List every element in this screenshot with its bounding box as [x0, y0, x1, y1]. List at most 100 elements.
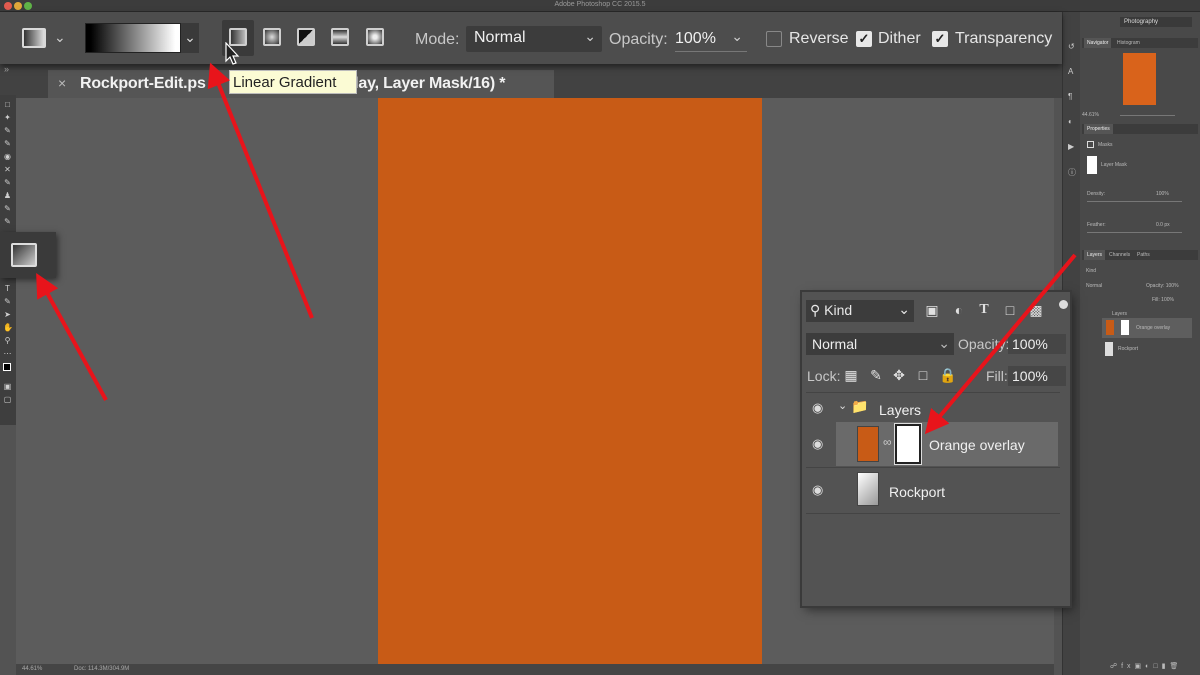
dither-label: Dither: [878, 30, 921, 47]
adjustment-filter-icon[interactable]: ◐: [951, 302, 967, 318]
reverse-checkbox[interactable]: [766, 31, 782, 47]
zoom-tool-icon[interactable]: ⚲: [3, 337, 12, 345]
gradient-tool-icon[interactable]: [11, 243, 37, 267]
mode-select[interactable]: Normal ⌄: [466, 26, 602, 52]
density-slider[interactable]: [1087, 201, 1182, 202]
character-panel-icon[interactable]: A: [1068, 67, 1073, 76]
type-tool-icon[interactable]: T: [3, 285, 12, 293]
marquee-tool-icon[interactable]: □: [3, 101, 12, 109]
layer-row-rockport[interactable]: ◉ Rockport: [806, 468, 1058, 512]
document-canvas[interactable]: [378, 98, 762, 666]
shape-filter-icon[interactable]: □: [1002, 302, 1018, 318]
layer-fill-input[interactable]: 100%: [1008, 366, 1066, 386]
opacity-input[interactable]: 100% ⌄: [675, 26, 747, 52]
healing-tool-icon[interactable]: ◉: [3, 153, 12, 161]
gradient-tool-preset-icon[interactable]: [22, 28, 46, 48]
type-filter-icon[interactable]: T: [976, 302, 992, 318]
pen-tool-icon[interactable]: ✎: [3, 298, 12, 306]
eye-icon[interactable]: ◉: [812, 482, 823, 498]
crop-tool-icon[interactable]: ✕: [3, 166, 12, 174]
gradient-picker-dropdown[interactable]: ⌄: [181, 23, 199, 53]
lock-transparent-pixels-icon[interactable]: ▦: [843, 367, 859, 384]
paragraph-panel-icon[interactable]: ¶: [1068, 92, 1072, 101]
workspace-switcher[interactable]: Photography: [1120, 17, 1192, 27]
clone-stamp-tool-icon[interactable]: ♟: [3, 192, 12, 200]
adjustments-panel-icon[interactable]: ◐: [1068, 117, 1073, 126]
navigator-panel-tabs: Navigator Histogram: [1082, 38, 1198, 48]
mini-layer-orange[interactable]: Orange overlay: [1136, 325, 1170, 331]
lock-position-icon[interactable]: ✥: [891, 367, 907, 384]
transparency-checkbox[interactable]: ✓: [932, 31, 948, 47]
mode-label: Mode:: [415, 31, 460, 48]
diamond-gradient-icon[interactable]: [366, 28, 384, 46]
lock-all-icon[interactable]: 🔒: [939, 367, 956, 384]
gradient-picker[interactable]: [85, 23, 181, 53]
radial-gradient-icon[interactable]: [263, 28, 281, 46]
angle-gradient-icon[interactable]: [297, 28, 315, 46]
mini-fill[interactable]: Fill: 100%: [1152, 297, 1174, 303]
navigator-zoom-slider[interactable]: [1120, 115, 1175, 116]
dither-checkbox[interactable]: ✓: [856, 31, 872, 47]
lasso-tool-icon[interactable]: ✦: [3, 114, 12, 122]
mini-blend-mode[interactable]: Normal: [1086, 283, 1102, 289]
tab-properties[interactable]: Properties: [1084, 124, 1113, 134]
mini-layer-rockport[interactable]: Rockport: [1118, 346, 1138, 352]
chevron-down-icon[interactable]: ⌄: [54, 29, 66, 46]
more-tools-icon[interactable]: ⋯: [3, 350, 12, 358]
actions-panel-icon[interactable]: ▶: [1068, 142, 1074, 151]
quick-mask-icon[interactable]: ▣: [3, 383, 12, 391]
mouse-cursor-icon: [225, 42, 240, 65]
info-panel-icon[interactable]: ⓘ: [1068, 167, 1076, 178]
tab-histogram[interactable]: Histogram: [1114, 38, 1143, 48]
mini-kind-filter[interactable]: Kind: [1086, 268, 1096, 274]
doc-info[interactable]: Doc: 114.3M/304.9M: [74, 666, 129, 672]
layer-thumbnail[interactable]: [857, 426, 879, 462]
chevron-down-icon: ⌄: [731, 28, 743, 44]
feather-slider[interactable]: [1087, 232, 1182, 233]
pixel-layer-filter-icon[interactable]: ▣: [924, 302, 940, 319]
mini-layer-group[interactable]: Layers: [1112, 311, 1127, 317]
history-panel-icon[interactable]: ↺: [1068, 42, 1075, 51]
navigator-thumbnail[interactable]: [1123, 53, 1156, 105]
foreground-color-swatch[interactable]: [3, 363, 11, 371]
layers-footer-icons[interactable]: ☍fx▣◐□▮🗑: [1110, 662, 1182, 670]
eyedropper-tool-icon[interactable]: ✎: [3, 140, 12, 148]
tab-channels[interactable]: Channels: [1106, 250, 1133, 260]
layer-row-group[interactable]: ◉ ⌄ 📁 Layers: [806, 396, 1058, 422]
feather-value[interactable]: 0.0 px: [1156, 222, 1170, 228]
tab-layers[interactable]: Layers: [1084, 250, 1106, 260]
chevron-down-icon[interactable]: ⌄: [838, 399, 847, 412]
lock-image-pixels-icon[interactable]: ✎: [868, 367, 884, 384]
link-icon[interactable]: ∞: [883, 435, 892, 449]
divider: [806, 392, 1060, 393]
layer-name: Rockport: [889, 484, 946, 500]
layer-opacity-input[interactable]: 100%: [1008, 334, 1066, 354]
chevron-down-icon: ⌄: [898, 301, 910, 317]
filter-toggle[interactable]: [1059, 300, 1068, 309]
smart-object-filter-icon[interactable]: ▩: [1028, 302, 1044, 319]
path-select-tool-icon[interactable]: ➤: [3, 311, 12, 319]
zoom-level[interactable]: 44.61%: [22, 666, 42, 672]
screen-mode-icon[interactable]: ▢: [3, 396, 12, 404]
brush-tool-icon[interactable]: ✎: [3, 179, 12, 187]
mini-opacity[interactable]: Opacity: 100%: [1146, 283, 1179, 289]
reflected-gradient-icon[interactable]: [331, 28, 349, 46]
tab-navigator[interactable]: Navigator: [1084, 38, 1112, 48]
eye-icon[interactable]: ◉: [812, 436, 823, 452]
blend-mode-select[interactable]: Normal ⌄: [806, 333, 954, 355]
expand-panels-icon[interactable]: »: [4, 64, 9, 74]
quick-select-tool-icon[interactable]: ✎: [3, 127, 12, 135]
density-value[interactable]: 100%: [1156, 191, 1169, 197]
navigator-zoom[interactable]: 44.61%: [1082, 112, 1099, 118]
layer-filter-kind-select[interactable]: ⚲ Kind ⌄: [806, 300, 914, 322]
layer-mask-thumbnail[interactable]: [894, 423, 922, 465]
close-tab-icon[interactable]: ×: [58, 75, 66, 91]
eye-icon[interactable]: ◉: [812, 400, 823, 416]
hand-tool-icon[interactable]: ✋: [3, 324, 13, 332]
smart-object-thumbnail[interactable]: [857, 472, 879, 506]
eraser-tool-icon[interactable]: ✎: [3, 218, 12, 226]
fill-label: Fill:: [986, 368, 1008, 384]
lock-artboard-icon[interactable]: □: [915, 367, 931, 383]
history-brush-tool-icon[interactable]: ✎: [3, 205, 12, 213]
tab-paths[interactable]: Paths: [1134, 250, 1153, 260]
